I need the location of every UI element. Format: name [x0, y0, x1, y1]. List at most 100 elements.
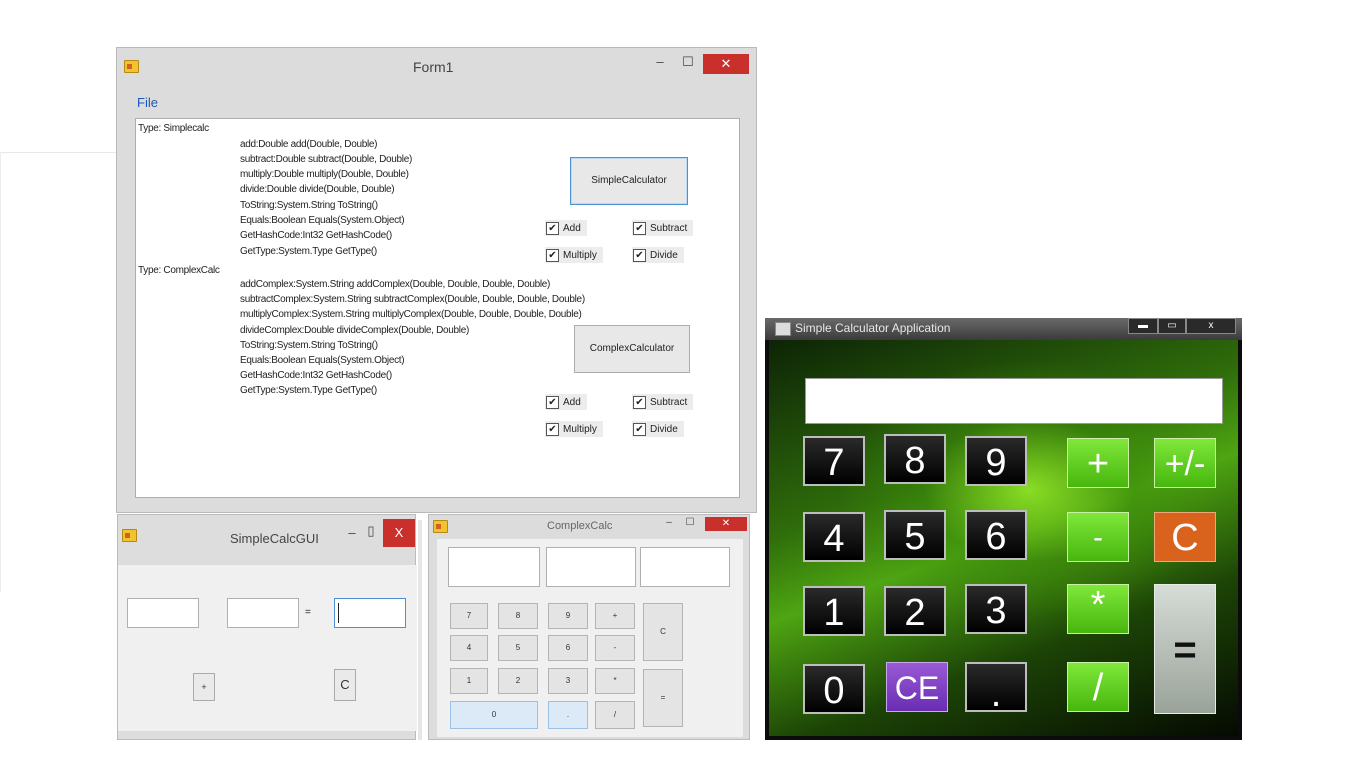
key-clear-entry[interactable]: CE [886, 662, 948, 712]
key-clear[interactable]: C [1154, 512, 1216, 562]
window-title: ComplexCalc [547, 520, 613, 532]
checkbox-box[interactable]: ✔ [633, 248, 646, 262]
key-plus[interactable]: + [595, 603, 635, 629]
simple-calculator-application-window: Simple Calculator Application ▬ ▭ x 7 8 … [765, 318, 1242, 740]
minimize-button[interactable]: – [344, 525, 360, 540]
checkbox-multiply[interactable]: ✔ Multiply [545, 421, 603, 437]
method-label: GetHashCode:Int32 GetHashCode() [240, 230, 392, 241]
key-4[interactable]: 4 [803, 512, 865, 562]
key-6[interactable]: 6 [965, 510, 1027, 560]
key-1[interactable]: 1 [450, 668, 488, 694]
key-minus[interactable]: - [1067, 512, 1129, 562]
key-plus-minus[interactable]: +/- [1154, 438, 1216, 488]
checkbox-box[interactable]: ✔ [546, 248, 559, 262]
result-field[interactable] [640, 547, 730, 587]
checkbox-subtract[interactable]: ✔ Subtract [632, 394, 694, 410]
type-label-simplecalc: Type: Simplecalc [138, 123, 209, 134]
checkbox-box[interactable]: ✔ [633, 422, 646, 436]
minimize-button[interactable]: – [663, 517, 675, 528]
checkbox-box[interactable]: ✔ [633, 221, 646, 235]
imaginary-input[interactable] [546, 547, 636, 587]
close-button[interactable]: ✕ [705, 517, 747, 531]
maximize-button[interactable]: ▯ [364, 523, 378, 539]
key-9[interactable]: 9 [965, 436, 1027, 486]
key-3[interactable]: 3 [548, 668, 588, 694]
simplecalcgui-window: SimpleCalcGUI – ▯ X = + C [117, 514, 417, 740]
method-label: add:Double add(Double, Double) [240, 139, 378, 150]
key-5[interactable]: 5 [498, 635, 538, 661]
maximize-button[interactable]: ☐ [684, 517, 696, 528]
add-button[interactable]: + [193, 673, 215, 701]
checkbox-box[interactable]: ✔ [633, 395, 646, 409]
key-4[interactable]: 4 [450, 635, 488, 661]
checkbox-subtract[interactable]: ✔ Subtract [632, 220, 694, 236]
background-divider-line [0, 152, 118, 153]
key-5[interactable]: 5 [884, 510, 946, 560]
checkbox-label: Add [563, 222, 581, 234]
calculator-face: 7 8 9 + +/- 4 5 6 - C 1 2 3 * = 0 CE . / [769, 340, 1238, 736]
form1-titlebar: Form1 – ☐ ✕ [117, 48, 756, 84]
key-divide[interactable]: / [1067, 662, 1129, 712]
close-button[interactable]: X [383, 519, 415, 547]
key-0[interactable]: 0 [803, 664, 865, 714]
app-icon [122, 529, 137, 542]
checkbox-box[interactable]: ✔ [546, 395, 559, 409]
close-button[interactable]: ✕ [703, 54, 749, 74]
method-label: multiplyComplex:System.String multiplyCo… [240, 309, 582, 320]
text-caret [338, 603, 339, 623]
key-equals[interactable]: = [643, 669, 683, 727]
real-input[interactable] [448, 547, 540, 587]
calculator-display[interactable] [805, 378, 1223, 424]
checkbox-divide[interactable]: ✔ Divide [632, 421, 684, 437]
checkbox-box[interactable]: ✔ [546, 221, 559, 235]
key-2[interactable]: 2 [498, 668, 538, 694]
complex-calculator-button[interactable]: ComplexCalculator [574, 325, 690, 373]
checkbox-multiply[interactable]: ✔ Multiply [545, 247, 603, 263]
minimize-button[interactable]: – [649, 54, 671, 74]
window-title: SimpleCalcGUI [230, 531, 319, 546]
key-equals[interactable]: = [1154, 584, 1216, 714]
method-label: addComplex:System.String addComplex(Doub… [240, 279, 551, 290]
key-0[interactable]: 0 [450, 701, 538, 729]
checkbox-label: Divide [650, 423, 678, 435]
operand1-input[interactable] [127, 598, 199, 628]
clear-button[interactable]: C [334, 669, 356, 701]
key-decimal[interactable]: . [965, 662, 1027, 715]
key-multiply[interactable]: * [595, 668, 635, 694]
key-divide[interactable]: / [595, 701, 635, 729]
key-clear[interactable]: C [643, 603, 683, 661]
checkbox-label: Subtract [650, 396, 688, 408]
key-8[interactable]: 8 [884, 434, 946, 484]
reflection-panel: Type: Simplecalc add:Double add(Double, … [135, 118, 740, 498]
checkbox-divide[interactable]: ✔ Divide [632, 247, 684, 263]
simple-calculator-button[interactable]: SimpleCalculator [570, 157, 688, 205]
checkbox-add[interactable]: ✔ Add [545, 394, 587, 410]
key-6[interactable]: 6 [548, 635, 588, 661]
checkbox-box[interactable]: ✔ [546, 422, 559, 436]
close-button[interactable]: x [1186, 318, 1236, 334]
background-divider-line-vertical [0, 152, 1, 592]
method-label: ToString:System.String ToString() [240, 340, 378, 351]
checkbox-add[interactable]: ✔ Add [545, 220, 587, 236]
method-label: multiply:Double multiply(Double, Double) [240, 169, 409, 180]
key-7[interactable]: 7 [803, 436, 865, 486]
simplecalcgui-body: = + C [118, 565, 417, 731]
menu-file[interactable]: File [137, 95, 158, 110]
operand2-input[interactable] [227, 598, 299, 628]
key-plus[interactable]: + [1067, 438, 1129, 488]
key-multiply[interactable]: * [1067, 584, 1129, 634]
result-input[interactable] [334, 598, 406, 628]
maximize-button[interactable]: ☐ [677, 54, 699, 74]
window-splitter [418, 520, 422, 740]
key-decimal[interactable]: . [548, 701, 588, 729]
key-2[interactable]: 2 [884, 586, 946, 636]
equals-label: = [305, 607, 311, 618]
key-minus[interactable]: - [595, 635, 635, 661]
minimize-button[interactable]: ▬ [1128, 318, 1158, 334]
key-9[interactable]: 9 [548, 603, 588, 629]
key-7[interactable]: 7 [450, 603, 488, 629]
key-8[interactable]: 8 [498, 603, 538, 629]
maximize-button[interactable]: ▭ [1158, 318, 1186, 334]
key-1[interactable]: 1 [803, 586, 865, 636]
key-3[interactable]: 3 [965, 584, 1027, 634]
